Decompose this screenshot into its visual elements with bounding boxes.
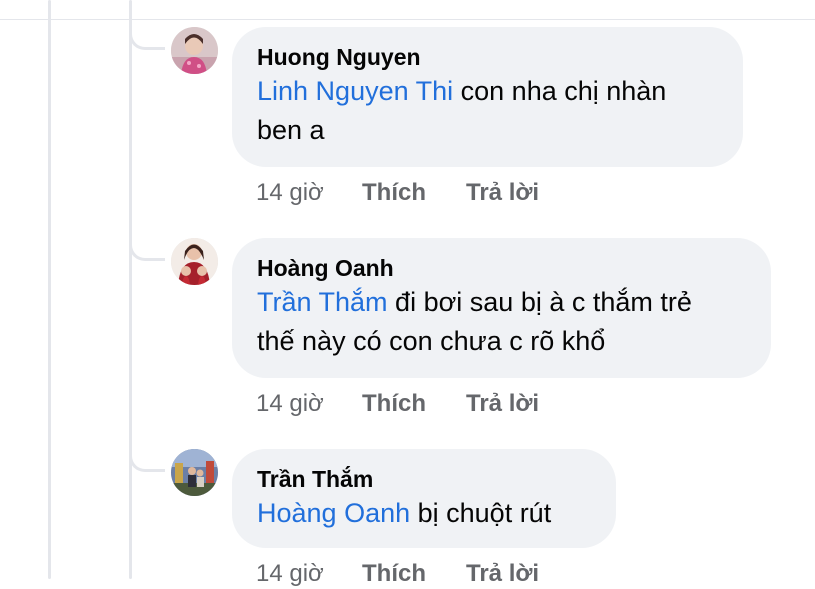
mention-link[interactable]: Trần Thắm bbox=[257, 287, 388, 317]
comment-bubble: Huong Nguyen Linh Nguyen Thi con nha chị… bbox=[232, 27, 743, 167]
comment-timestamp[interactable]: 14 giờ bbox=[256, 389, 324, 419]
avatar-photo-icon bbox=[171, 27, 218, 74]
reply-button[interactable]: Trả lời bbox=[466, 559, 539, 589]
thread-line-inner bbox=[129, 0, 132, 579]
comment-author[interactable]: Trần Thắm bbox=[257, 464, 590, 494]
comment-text: Trần Thắm đi bơi sau bị à c thắm trẻ thế… bbox=[257, 283, 745, 361]
avatar[interactable] bbox=[171, 27, 218, 74]
avatar[interactable] bbox=[171, 238, 218, 285]
comment-body-line2: ben a bbox=[257, 115, 325, 145]
reply-connector bbox=[129, 239, 165, 261]
comment-body: con nha chị nhàn bbox=[453, 76, 667, 106]
comment-author[interactable]: Hoàng Oanh bbox=[257, 253, 745, 283]
comment-timestamp[interactable]: 14 giờ bbox=[256, 559, 324, 589]
comment-bubble: Trần Thắm Hoàng Oanh bị chuột rút bbox=[232, 449, 616, 548]
like-button[interactable]: Thích bbox=[362, 389, 426, 419]
comment-author[interactable]: Huong Nguyen bbox=[257, 42, 717, 72]
top-divider bbox=[0, 19, 815, 20]
comment-text: Linh Nguyen Thi con nha chị nhàn ben a bbox=[257, 72, 717, 150]
avatar[interactable] bbox=[171, 449, 218, 496]
comment-timestamp[interactable]: 14 giờ bbox=[256, 178, 324, 208]
mention-link[interactable]: Linh Nguyen Thi bbox=[257, 76, 453, 106]
like-button[interactable]: Thích bbox=[362, 559, 426, 589]
comment-text: Hoàng Oanh bị chuột rút bbox=[257, 494, 590, 533]
comment-bubble: Hoàng Oanh Trần Thắm đi bơi sau bị à c t… bbox=[232, 238, 771, 378]
like-button[interactable]: Thích bbox=[362, 178, 426, 208]
avatar-photo-icon bbox=[171, 238, 218, 285]
reply-connector bbox=[129, 450, 165, 472]
comment-body-line2: thế này có con chưa c rõ khổ bbox=[257, 326, 606, 356]
reply-connector bbox=[129, 28, 165, 50]
comment-body: bị chuột rút bbox=[410, 498, 552, 528]
thread-line-outer bbox=[48, 0, 51, 579]
avatar-photo-icon bbox=[171, 449, 218, 496]
mention-link[interactable]: Hoàng Oanh bbox=[257, 498, 410, 528]
reply-button[interactable]: Trả lời bbox=[466, 178, 539, 208]
comment-body: đi bơi sau bị à c thắm trẻ bbox=[387, 287, 692, 317]
reply-button[interactable]: Trả lời bbox=[466, 389, 539, 419]
